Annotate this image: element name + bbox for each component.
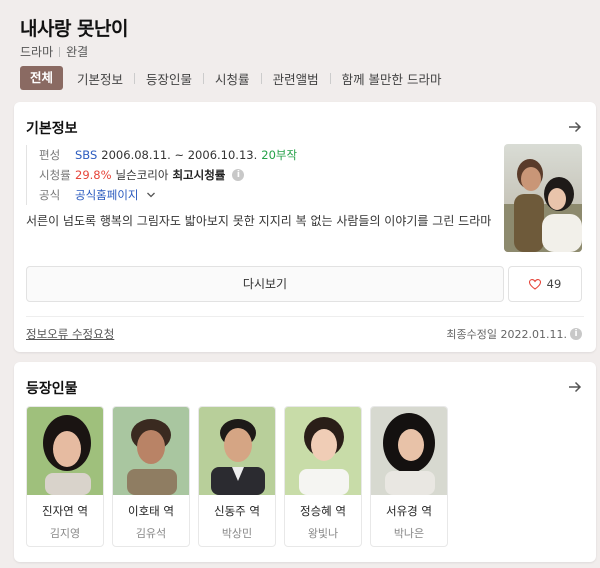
divider [26, 316, 584, 317]
last-updated: 최종수정일 2022.01.11. i [446, 326, 582, 342]
heart-icon [528, 278, 541, 290]
cast-role: 이호태 역 [128, 504, 174, 518]
rating-row: 시청률 29.8% 닐슨코리아 최고시청률 i [39, 165, 301, 185]
arrow-right-icon[interactable] [568, 120, 582, 134]
cast-actor: 왕빛나 [307, 527, 339, 540]
cast-actor: 김유석 [135, 527, 167, 540]
actor-photo [27, 407, 103, 495]
cast-item[interactable]: 신동주 역 박상민 [198, 406, 276, 547]
updated-text: 최종수정일 2022.01.11. [446, 328, 567, 341]
cast-role: 정승혜 역 [300, 504, 346, 518]
info-list: 편성 SBS 2006.08.11. ~ 2006.10.13. 20부작 시청… [26, 145, 301, 205]
tab-recommended[interactable]: 함께 볼만한 드라마 [331, 69, 453, 88]
info-icon[interactable]: i [570, 328, 582, 340]
official-label: 공식 [39, 188, 61, 202]
cast-item[interactable]: 이호태 역 김유석 [112, 406, 190, 547]
like-button[interactable]: 49 [508, 266, 582, 302]
actor-photo [371, 407, 447, 495]
cast-card: 등장인물 진자연 역 김지영 이호태 역 김유석 신동주 역 박상민 정승혜 역… [14, 362, 596, 562]
broadcast-period: 2006.08.11. ~ 2006.10.13. [101, 148, 258, 162]
basic-info-card: 기본정보 편성 SBS 2006.08.11. ~ 2006.10.13. 20… [14, 102, 596, 352]
cast-item[interactable]: 진자연 역 김지영 [26, 406, 104, 547]
cast-role: 진자연 역 [42, 504, 88, 518]
official-row: 공식 공식홈페이지 [39, 185, 301, 205]
cast-title[interactable]: 등장인물 [26, 378, 78, 398]
actor-photo [199, 407, 275, 495]
meta-divider [59, 46, 61, 57]
actor-photo [113, 407, 189, 495]
episode-count: 20부작 [261, 148, 298, 162]
broadcast-row: 편성 SBS 2006.08.11. ~ 2006.10.13. 20부작 [39, 145, 301, 165]
tab-bar: 전체 기본정보 등장인물 시청률 관련앨범 함께 볼만한 드라마 [20, 66, 453, 90]
cast-role: 서유경 역 [386, 504, 432, 518]
tab-basic-info[interactable]: 기본정보 [66, 69, 134, 88]
cast-item[interactable]: 서유경 역 박나은 [370, 406, 448, 547]
cast-role: 신동주 역 [214, 504, 260, 518]
rating-label: 시청률 [39, 168, 71, 182]
actor-photo [285, 407, 361, 495]
rating-value: 29.8% [75, 168, 112, 182]
drama-header: 내사랑 못난이 드라마 완결 전체 기본정보 등장인물 시청률 관련앨범 함께 … [0, 0, 600, 96]
cast-actor: 박상민 [221, 527, 253, 540]
tab-ratings[interactable]: 시청률 [204, 69, 261, 88]
page-title: 내사랑 못난이 [20, 18, 129, 40]
status-text: 완결 [66, 45, 89, 59]
broadcast-label: 편성 [39, 148, 61, 162]
official-homepage-link[interactable]: 공식홈페이지 [75, 187, 138, 203]
chevron-down-icon[interactable] [146, 190, 156, 200]
like-count: 49 [546, 277, 562, 291]
rating-source: 닐슨코리아 [115, 168, 169, 182]
tab-cast[interactable]: 등장인물 [135, 69, 203, 88]
rating-type: 최고시청률 [172, 168, 226, 182]
info-icon[interactable]: i [232, 169, 245, 181]
channel-link[interactable]: SBS [75, 148, 97, 162]
poster-image[interactable] [504, 144, 582, 252]
tab-albums[interactable]: 관련앨범 [262, 69, 330, 88]
cast-actor: 박나은 [393, 527, 425, 540]
report-error-link[interactable]: 정보오류 수정요청 [26, 326, 114, 342]
drama-meta: 드라마 완결 [20, 43, 88, 60]
cast-item[interactable]: 정승혜 역 왕빛나 [284, 406, 362, 547]
arrow-right-icon[interactable] [568, 380, 582, 394]
basic-info-title[interactable]: 기본정보 [26, 118, 78, 138]
rewatch-button[interactable]: 다시보기 [26, 266, 504, 302]
genre-text: 드라마 [20, 45, 54, 59]
description: 서른이 넘도록 행복의 그림자도 밟아보지 못한 지지리 복 없는 사람들의 이… [26, 214, 492, 228]
cast-list: 진자연 역 김지영 이호태 역 김유석 신동주 역 박상민 정승혜 역 왕빛나 … [26, 406, 456, 547]
cast-actor: 김지영 [49, 527, 81, 540]
tab-all[interactable]: 전체 [20, 66, 64, 90]
